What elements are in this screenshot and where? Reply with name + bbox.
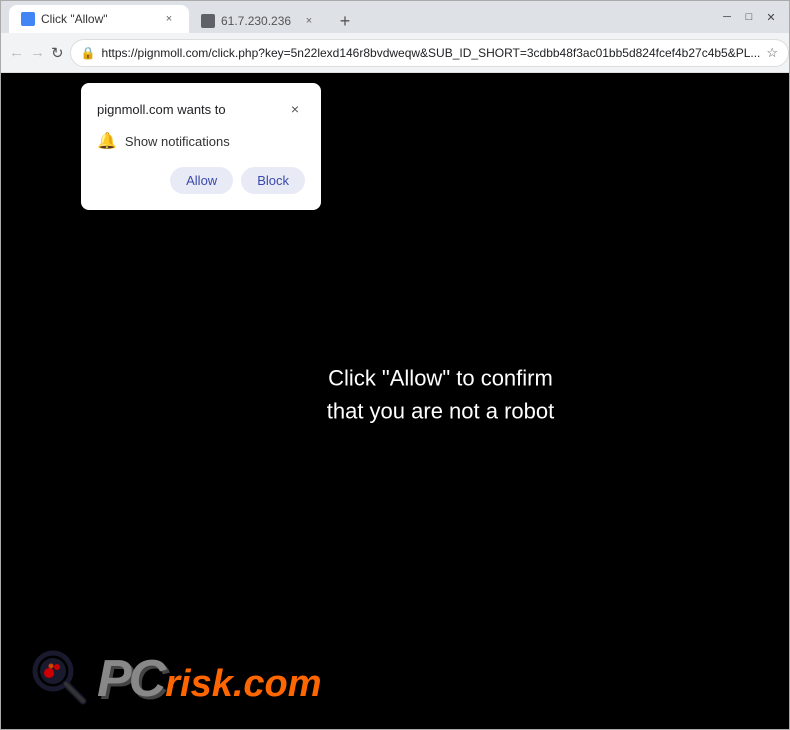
page-content: pignmoll.com wants to × 🔔 Show notificat… xyxy=(1,73,789,729)
tab-2-favicon xyxy=(201,14,215,28)
window-controls: ─ □ ✕ xyxy=(717,7,781,27)
tab-2-close[interactable]: × xyxy=(301,13,317,29)
allow-button[interactable]: Allow xyxy=(170,167,233,194)
tab-2-label: 61.7.230.236 xyxy=(221,14,295,28)
browser-window: Click "Allow" × 61.7.230.236 × + ─ □ ✕ ←… xyxy=(0,0,790,730)
back-button[interactable]: ← xyxy=(9,39,24,67)
tab-1-favicon xyxy=(21,12,35,26)
lock-icon: 🔒 xyxy=(81,46,96,60)
close-button[interactable]: ✕ xyxy=(761,7,781,27)
main-page-text: Click "Allow" to confirm that you are no… xyxy=(327,361,555,427)
popup-header: pignmoll.com wants to × xyxy=(97,99,305,119)
forward-icon: → xyxy=(30,44,45,61)
title-bar: Click "Allow" × 61.7.230.236 × + ─ □ ✕ xyxy=(1,1,789,33)
bell-icon: 🔔 xyxy=(97,131,117,151)
url-text: https://pignmoll.com/click.php?key=5n22l… xyxy=(102,46,761,60)
bookmark-icon[interactable]: ☆ xyxy=(766,45,778,61)
pc-logo-letters: PC xyxy=(97,653,163,705)
popup-close-button[interactable]: × xyxy=(285,99,305,119)
tab-2[interactable]: 61.7.230.236 × xyxy=(189,9,329,33)
main-text-line1: Click "Allow" to confirm xyxy=(327,361,555,394)
popup-notification-label: Show notifications xyxy=(125,134,230,149)
refresh-icon: ↻ xyxy=(51,44,64,62)
pcrisk-logo: PC risk.com xyxy=(31,649,322,709)
block-button[interactable]: Block xyxy=(241,167,305,194)
popup-title: pignmoll.com wants to xyxy=(97,102,226,117)
minimize-button[interactable]: ─ xyxy=(717,7,737,27)
popup-actions: Allow Block xyxy=(97,167,305,194)
tab-1-close[interactable]: × xyxy=(161,11,177,27)
maximize-button[interactable]: □ xyxy=(739,7,759,27)
tab-bar: Click "Allow" × 61.7.230.236 × + xyxy=(9,1,713,33)
notification-popup: pignmoll.com wants to × 🔔 Show notificat… xyxy=(81,83,321,210)
toolbar: ← → ↻ 🔒 https://pignmoll.com/click.php?k… xyxy=(1,33,789,73)
address-bar[interactable]: 🔒 https://pignmoll.com/click.php?key=5n2… xyxy=(70,39,789,67)
refresh-button[interactable]: ↻ xyxy=(51,39,64,67)
popup-notification-row: 🔔 Show notifications xyxy=(97,131,305,151)
main-text-line2: that you are not a robot xyxy=(327,394,555,427)
tab-1[interactable]: Click "Allow" × xyxy=(9,5,189,33)
new-tab-button[interactable]: + xyxy=(333,9,357,33)
pcrisk-magnifier-icon xyxy=(31,649,91,709)
back-icon: ← xyxy=(9,44,24,61)
tab-1-label: Click "Allow" xyxy=(41,12,155,26)
forward-button[interactable]: → xyxy=(30,39,45,67)
risk-logo-text: risk.com xyxy=(165,665,321,703)
